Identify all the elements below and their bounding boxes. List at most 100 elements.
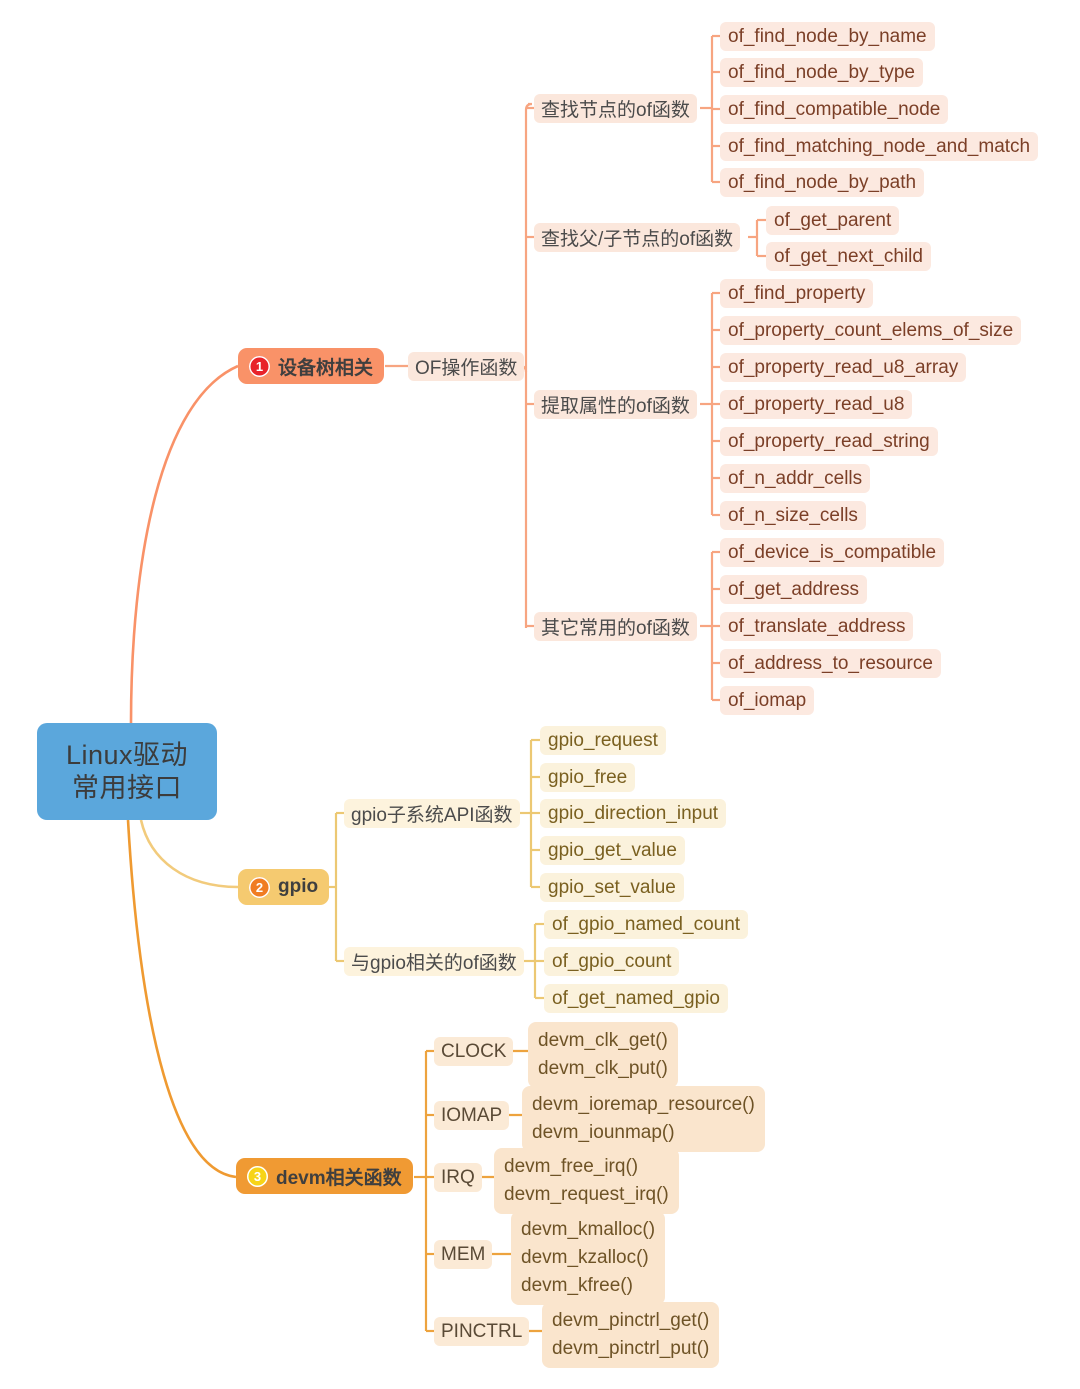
leaf-node[interactable]: of_property_read_u8_array <box>720 353 967 382</box>
branch-label-devm: devm相关函数 <box>276 1167 402 1189</box>
group-gpio-api[interactable]: gpio子系统API函数 <box>344 799 520 828</box>
leaf-label: of_find_compatible_node <box>728 98 941 120</box>
group-label: IOMAP <box>441 1104 503 1126</box>
leaf-node[interactable]: of_get_named_gpio <box>544 984 728 1013</box>
leaf-node[interactable]: of_device_is_compatible <box>720 538 945 567</box>
leaf-label: devm_pinctrl_get() <box>552 1310 710 1331</box>
leaf-label: of_find_matching_node_and_match <box>728 135 1031 157</box>
leaf-label: of_property_read_string <box>728 430 930 452</box>
group-mem[interactable]: MEM <box>434 1240 493 1269</box>
leaf-node[interactable]: gpio_set_value <box>540 873 684 902</box>
leaf-node[interactable]: of_n_addr_cells <box>720 464 871 493</box>
leaf-label: of_find_node_by_name <box>728 25 927 47</box>
branch-label-gpio: gpio <box>278 876 319 897</box>
leaf-label: of_property_read_u8_array <box>728 356 959 378</box>
leaf-node[interactable]: of_translate_address <box>720 612 914 641</box>
group-label: CLOCK <box>441 1040 507 1062</box>
leaf-node[interactable]: of_find_compatible_node <box>720 95 949 124</box>
leaf-node[interactable]: of_gpio_named_count <box>544 910 749 939</box>
group-label: MEM <box>441 1243 486 1265</box>
branch-number-badge-1: 1 <box>249 355 270 377</box>
leaf-node[interactable]: of_find_node_by_path <box>720 168 925 197</box>
group-other-of[interactable]: 其它常用的of函数 <box>534 612 697 641</box>
leaf-group-mem[interactable]: devm_kmalloc() devm_kzalloc() devm_kfree… <box>511 1211 666 1305</box>
group-label: 其它常用的of函数 <box>541 618 690 639</box>
leaf-node[interactable]: of_gpio_count <box>544 947 680 976</box>
leaf-label: devm_request_irq() <box>504 1184 669 1205</box>
leaf-node[interactable]: of_n_size_cells <box>720 501 866 530</box>
leaf-node[interactable]: of_find_node_by_type <box>720 58 923 87</box>
branch-label-device-tree: 设备树相关 <box>278 357 374 379</box>
branch-gpio[interactable]: 2 gpio <box>238 869 330 905</box>
leaf-label: of_find_node_by_path <box>728 171 917 193</box>
leaf-node[interactable]: of_get_address <box>720 575 867 604</box>
leaf-group-iomap[interactable]: devm_ioremap_resource() devm_iounmap() <box>522 1086 765 1152</box>
leaf-node[interactable]: gpio_direction_input <box>540 799 727 828</box>
leaf-node[interactable]: gpio_free <box>540 763 636 792</box>
group-iomap[interactable]: IOMAP <box>434 1101 510 1130</box>
leaf-label: devm_pinctrl_put() <box>552 1338 710 1359</box>
branch-number-badge-2: 2 <box>249 876 270 898</box>
group-label: gpio子系统API函数 <box>351 805 513 826</box>
leaf-label: of_gpio_count <box>552 950 672 972</box>
leaf-label: devm_clk_get() <box>538 1030 668 1051</box>
leaf-node[interactable]: gpio_request <box>540 726 666 755</box>
leaf-node[interactable]: of_address_to_resource <box>720 649 941 678</box>
group-irq[interactable]: IRQ <box>434 1163 482 1192</box>
leaf-label: of_gpio_named_count <box>552 913 741 935</box>
leaf-label: of_get_next_child <box>774 245 923 267</box>
leaf-label: of_find_property <box>728 282 866 304</box>
group-label: 查找节点的of函数 <box>541 100 690 121</box>
group-find-node[interactable]: 查找节点的of函数 <box>534 94 697 123</box>
leaf-node[interactable]: of_property_read_u8 <box>720 390 913 419</box>
group-gpio-of[interactable]: 与gpio相关的of函数 <box>344 947 524 976</box>
leaf-node[interactable]: of_get_parent <box>766 206 900 235</box>
leaf-label: devm_free_irq() <box>504 1156 639 1177</box>
leaf-label: of_device_is_compatible <box>728 541 937 563</box>
leaf-label: gpio_free <box>548 766 628 788</box>
group-extract-property[interactable]: 提取属性的of函数 <box>534 390 697 419</box>
leaf-group-pinctrl[interactable]: devm_pinctrl_get() devm_pinctrl_put() <box>542 1302 720 1368</box>
leaf-node[interactable]: of_property_read_string <box>720 427 938 456</box>
leaf-group-clock[interactable]: devm_clk_get() devm_clk_put() <box>528 1022 678 1088</box>
branch-devm[interactable]: 3 devm相关函数 <box>236 1158 413 1194</box>
leaf-label: devm_ioremap_resource() <box>532 1094 755 1115</box>
leaf-node[interactable]: of_get_next_child <box>766 242 931 271</box>
leaf-label: of_property_read_u8 <box>728 393 905 415</box>
leaf-label: gpio_set_value <box>548 876 676 898</box>
leaf-label: devm_iounmap() <box>532 1122 675 1143</box>
leaf-node[interactable]: of_iomap <box>720 686 815 715</box>
branch-number-badge-3: 3 <box>247 1165 268 1187</box>
branch-device-tree[interactable]: 1 设备树相关 <box>238 348 385 384</box>
leaf-node[interactable]: of_find_property <box>720 279 874 308</box>
leaf-label: gpio_request <box>548 729 658 751</box>
group-parent-child[interactable]: 查找父/子节点的of函数 <box>534 223 741 252</box>
leaf-label: of_property_count_elems_of_size <box>728 319 1014 341</box>
group-label: 与gpio相关的of函数 <box>351 953 517 974</box>
leaf-label: of_get_address <box>728 578 859 600</box>
leaf-label: of_get_parent <box>774 209 892 231</box>
group-clock[interactable]: CLOCK <box>434 1037 514 1066</box>
root-node[interactable]: Linux驱动 常用接口 <box>37 723 217 820</box>
leaf-label: of_n_addr_cells <box>728 467 863 489</box>
leaf-label: devm_kfree() <box>521 1275 633 1296</box>
leaf-label: of_find_node_by_type <box>728 61 915 83</box>
leaf-label: of_get_named_gpio <box>552 987 720 1009</box>
leaf-label: devm_kmalloc() <box>521 1219 656 1240</box>
leaf-node[interactable]: of_find_matching_node_and_match <box>720 132 1039 161</box>
leaf-node[interactable]: of_property_count_elems_of_size <box>720 316 1022 345</box>
leaf-group-irq[interactable]: devm_free_irq() devm_request_irq() <box>494 1148 679 1214</box>
mindmap-canvas: Linux驱动 常用接口 1 设备树相关 OF操作函数 查找节点的of函数 of… <box>0 0 1080 1389</box>
leaf-label: devm_clk_put() <box>538 1058 668 1079</box>
group-pinctrl[interactable]: PINCTRL <box>434 1317 530 1346</box>
leaf-label: devm_kzalloc() <box>521 1247 649 1268</box>
root-line-1: Linux驱动 <box>65 739 189 770</box>
leaf-label: of_n_size_cells <box>728 504 858 526</box>
leaf-node[interactable]: of_find_node_by_name <box>720 22 935 51</box>
group-label: 提取属性的of函数 <box>541 396 690 417</box>
leaf-label: gpio_get_value <box>548 839 677 861</box>
leaf-node[interactable]: gpio_get_value <box>540 836 685 865</box>
group-label: IRQ <box>441 1166 475 1188</box>
leaf-label: of_translate_address <box>728 615 906 637</box>
category-of-operations[interactable]: OF操作函数 <box>408 352 525 381</box>
